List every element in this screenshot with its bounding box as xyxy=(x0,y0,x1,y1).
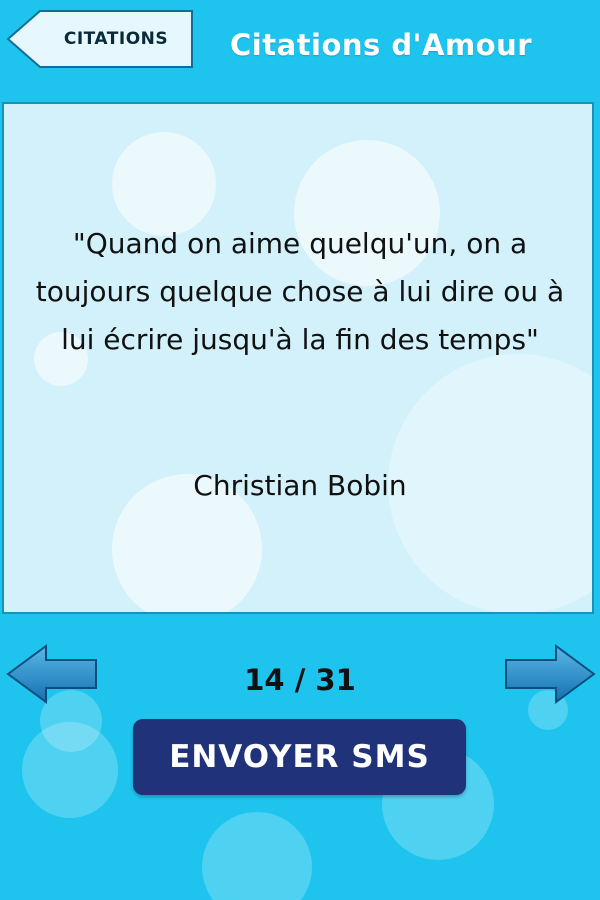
arrow-left-icon xyxy=(6,644,97,704)
page-counter: 14 / 31 xyxy=(244,663,356,697)
quote-author: Christian Bobin xyxy=(193,469,407,502)
send-sms-button[interactable]: ENVOYER SMS xyxy=(133,719,466,795)
arrow-right-icon xyxy=(505,644,596,704)
quote-text: "Quand on aime quelqu'un, on a toujours … xyxy=(35,227,565,356)
app-screen: CITATIONS Citations d'Amour "Quand on ai… xyxy=(0,0,600,900)
decorative-bubble xyxy=(202,812,312,900)
back-button-label: CITATIONS xyxy=(63,29,169,49)
back-button[interactable]: CITATIONS xyxy=(6,10,194,68)
next-quote-button[interactable] xyxy=(504,644,596,704)
quote-card: "Quand on aime quelqu'un, on a toujours … xyxy=(2,102,594,614)
previous-quote-button[interactable] xyxy=(6,644,98,704)
page-title: Citations d'Amour xyxy=(230,28,533,62)
header-bar: CITATIONS Citations d'Amour xyxy=(0,0,600,100)
